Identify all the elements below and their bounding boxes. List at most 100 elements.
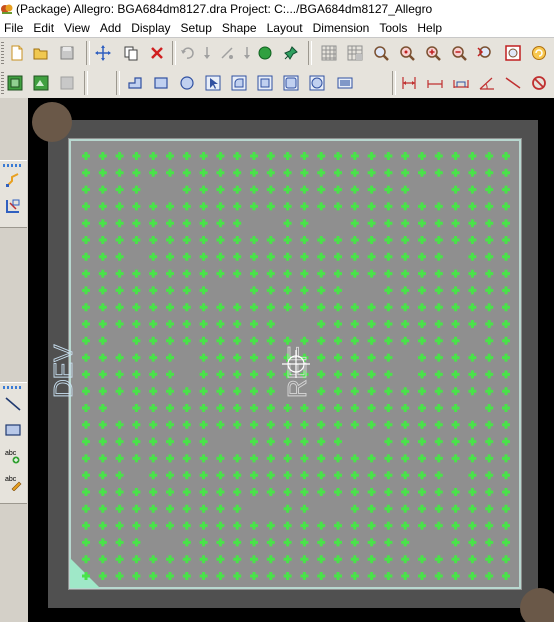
color-button[interactable] [30, 72, 52, 94]
new-file-icon [8, 44, 26, 62]
square-button[interactable] [280, 72, 302, 94]
add-text-button[interactable]: abc [3, 447, 23, 467]
toolbar-separator [86, 41, 90, 65]
panel-grip[interactable] [3, 386, 23, 389]
refresh-button[interactable] [528, 42, 550, 64]
toolbar-separator [172, 41, 176, 65]
zoom-out-icon [450, 44, 468, 62]
menu-view[interactable]: View [60, 21, 96, 35]
toolbar-separator [116, 71, 120, 95]
menu-layout[interactable]: Layout [263, 21, 309, 35]
design-canvas[interactable]: REF DEV [28, 98, 554, 622]
main-toolbar [0, 38, 554, 69]
panel-grip[interactable] [3, 164, 23, 167]
zoom-world-button[interactable] [502, 42, 524, 64]
edit-text-button[interactable]: abc [3, 473, 23, 493]
zoom-fit-icon [372, 44, 390, 62]
pin-button[interactable] [280, 42, 302, 64]
toolbar-grip[interactable] [1, 42, 4, 64]
rectangle-icon [4, 421, 22, 442]
menu-bar: File Edit View Add Display Setup Shape Layout Di… [0, 18, 554, 38]
fanout-button[interactable] [3, 197, 23, 217]
pin-icon [282, 44, 300, 62]
refresh-icon [530, 44, 548, 62]
square-icon [282, 74, 300, 92]
save-icon [58, 44, 76, 62]
move-button[interactable] [92, 42, 114, 64]
circle-button[interactable] [176, 72, 198, 94]
menu-tools[interactable]: Tools [375, 21, 413, 35]
diagonal-line-icon [504, 74, 522, 92]
copy-icon [122, 44, 140, 62]
menu-edit[interactable]: Edit [29, 21, 60, 35]
dimension-linear-icon [400, 74, 418, 92]
rounded-rect-button[interactable] [228, 72, 250, 94]
corner-pad-top-left[interactable] [32, 102, 72, 142]
edit-text-icon: abc [4, 473, 22, 494]
no-button[interactable] [528, 72, 550, 94]
unrule-button[interactable] [216, 42, 238, 64]
menu-display[interactable]: Display [127, 21, 176, 35]
add-text-icon: abc [4, 447, 22, 468]
left-command-panel: abc abc [0, 98, 29, 622]
copy-button[interactable] [120, 42, 142, 64]
zoom-out-button[interactable] [448, 42, 470, 64]
dimension-horizontal-button[interactable] [424, 72, 446, 94]
redo-button[interactable] [196, 42, 218, 64]
menu-dimension[interactable]: Dimension [309, 21, 376, 35]
toolbar-separator [84, 71, 88, 95]
menu-add[interactable]: Add [96, 21, 127, 35]
zoom-in-button[interactable] [422, 42, 444, 64]
delete-button[interactable] [146, 42, 168, 64]
rectangle-icon [152, 74, 170, 92]
add-rectangle-button[interactable] [3, 421, 23, 441]
shape-button[interactable] [254, 42, 276, 64]
zoom-previous-button[interactable] [474, 42, 496, 64]
package-drawing[interactable]: REF DEV [28, 98, 554, 622]
dimension-datum-button[interactable] [450, 72, 472, 94]
oblong-button[interactable] [306, 72, 328, 94]
new-file-button[interactable] [6, 42, 28, 64]
etch-command-group [0, 160, 27, 228]
allegro-app-icon[interactable] [0, 2, 14, 16]
dimension-datum-icon [452, 74, 470, 92]
route-icon [4, 171, 22, 192]
select-arrow-button[interactable] [202, 72, 224, 94]
zoom-fit-button[interactable] [370, 42, 392, 64]
layer-visibility-button[interactable] [4, 72, 26, 94]
rotated-rect-button[interactable] [254, 72, 276, 94]
add-line-button[interactable] [3, 395, 23, 415]
undo-button[interactable] [176, 42, 198, 64]
save-button[interactable] [56, 42, 78, 64]
grid-button[interactable] [318, 42, 340, 64]
device-type-text[interactable]: DEV [48, 343, 79, 398]
disabled-button[interactable] [56, 72, 78, 94]
circle-icon [178, 74, 196, 92]
delete-icon [148, 44, 166, 62]
zoom-in-icon [424, 44, 442, 62]
grid-icon [320, 44, 338, 62]
color-icon [32, 74, 50, 92]
zoom-points-icon [398, 44, 416, 62]
toolbar-separator [308, 41, 312, 65]
menu-file[interactable]: File [0, 21, 29, 35]
secondary-toolbar [0, 68, 554, 99]
zoom-points-button[interactable] [396, 42, 418, 64]
svg-text:abc: abc [5, 476, 17, 483]
corner-shape-button[interactable] [124, 72, 146, 94]
corner-shape-icon [126, 74, 144, 92]
menu-help[interactable]: Help [413, 21, 448, 35]
route-button[interactable] [3, 171, 23, 191]
button-shape-button[interactable] [334, 72, 356, 94]
dimension-angle-button[interactable] [476, 72, 498, 94]
menu-shape[interactable]: Shape [218, 21, 263, 35]
move-icon [94, 44, 112, 62]
diagonal-line-button[interactable] [502, 72, 524, 94]
dimension-angle-icon [478, 74, 496, 92]
menu-setup[interactable]: Setup [177, 21, 218, 35]
oblong-icon [308, 74, 326, 92]
open-folder-button[interactable] [30, 42, 52, 64]
rectangle-button[interactable] [150, 72, 172, 94]
dimension-linear-button[interactable] [398, 72, 420, 94]
grid-toggle-button[interactable] [344, 42, 366, 64]
